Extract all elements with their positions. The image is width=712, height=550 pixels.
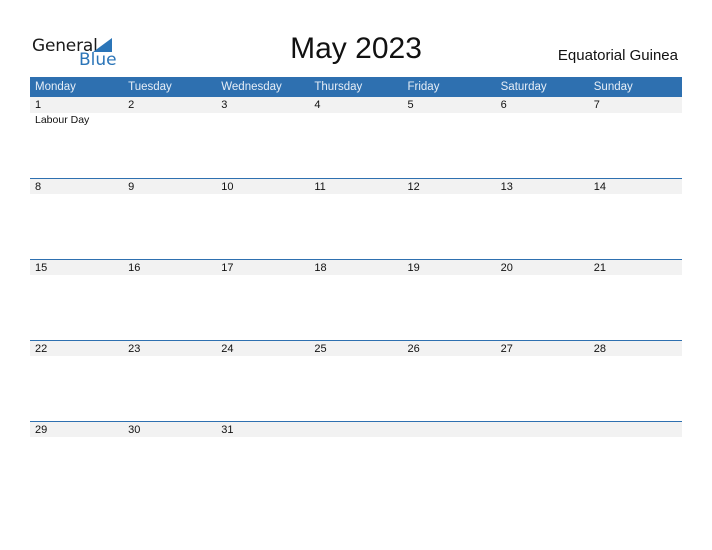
week-row: 29 30 31: [30, 421, 682, 502]
day-number: 13: [500, 181, 513, 193]
week-row: 22 23 24 25 26 27 28: [30, 340, 682, 421]
day-number: 29: [35, 424, 48, 436]
day-number: 31: [221, 424, 234, 436]
day-number: 19: [407, 262, 420, 274]
day-number: 11: [314, 181, 326, 193]
date-strip: 1 2 3 4 5 6 7: [30, 97, 682, 113]
holiday-label: [496, 113, 589, 127]
day-number: 2: [128, 99, 135, 111]
weekday-sunday: Sunday: [593, 81, 633, 93]
holiday-label: [309, 113, 402, 127]
country-name: Equatorial Guinea: [557, 47, 678, 64]
day-number: 15: [35, 262, 48, 274]
date-strip: 8 9 10 11 12 13 14: [30, 179, 682, 194]
day-number: 30: [128, 424, 141, 436]
day-number: 25: [314, 343, 327, 355]
day-number: 6: [500, 99, 507, 111]
week-row: 15 16 17 18 19 20 21: [30, 259, 682, 340]
day-number: 9: [128, 181, 135, 193]
day-number: [403, 422, 496, 437]
weekday-tuesday: Tuesday: [128, 81, 172, 93]
day-number: 3: [221, 99, 228, 111]
day-number: [496, 422, 589, 437]
weekday-thursday: Thursday: [314, 81, 363, 93]
day-number: 23: [128, 343, 141, 355]
week-row: 8 9 10 11 12 13 14: [30, 178, 682, 259]
day-number: 8: [35, 181, 42, 193]
holiday-label: [216, 113, 309, 127]
day-number: [589, 422, 682, 437]
holiday-label: [589, 113, 682, 127]
day-number: 28: [593, 343, 606, 355]
weekday-friday: Friday: [407, 81, 440, 93]
day-number: 27: [500, 343, 513, 355]
calendar-grid: Monday Tuesday Wednesday Thursday Friday…: [30, 77, 682, 502]
day-number: 22: [35, 343, 48, 355]
day-number: 14: [593, 181, 606, 193]
day-number: 16: [128, 262, 141, 274]
date-strip: 15 16 17 18 19 20 21: [30, 260, 682, 275]
day-number: 21: [593, 262, 606, 274]
day-number: 4: [314, 99, 321, 111]
day-number: 5: [407, 99, 414, 111]
day-number: 26: [407, 343, 420, 355]
day-number: 7: [593, 99, 600, 111]
date-strip: 29 30 31: [30, 422, 682, 437]
holiday-label: [123, 113, 216, 127]
holiday-label: [403, 113, 496, 127]
day-number: 17: [221, 262, 234, 274]
events-row: Labour Day: [30, 113, 682, 127]
day-number: 24: [221, 343, 234, 355]
day-number: 10: [221, 181, 234, 193]
week-row: 1 2 3 4 5 6 7 Labour Day: [30, 97, 682, 178]
day-number: 18: [314, 262, 327, 274]
weeks-container: 1 2 3 4 5 6 7 Labour Day 8 9 10 11 12 13 14 15 16 17 18 19 2…: [30, 97, 682, 502]
day-number: 12: [407, 181, 420, 193]
date-strip: 22 23 24 25 26 27 28: [30, 341, 682, 356]
holiday-label: Labour Day: [35, 114, 90, 126]
weekday-header: Monday Tuesday Wednesday Thursday Friday…: [30, 77, 682, 97]
weekday-wednesday: Wednesday: [221, 81, 282, 93]
day-number: [309, 422, 402, 437]
weekday-monday: Monday: [35, 81, 76, 93]
day-number: 1: [35, 99, 42, 111]
day-number: 20: [500, 262, 513, 274]
weekday-saturday: Saturday: [500, 81, 547, 93]
